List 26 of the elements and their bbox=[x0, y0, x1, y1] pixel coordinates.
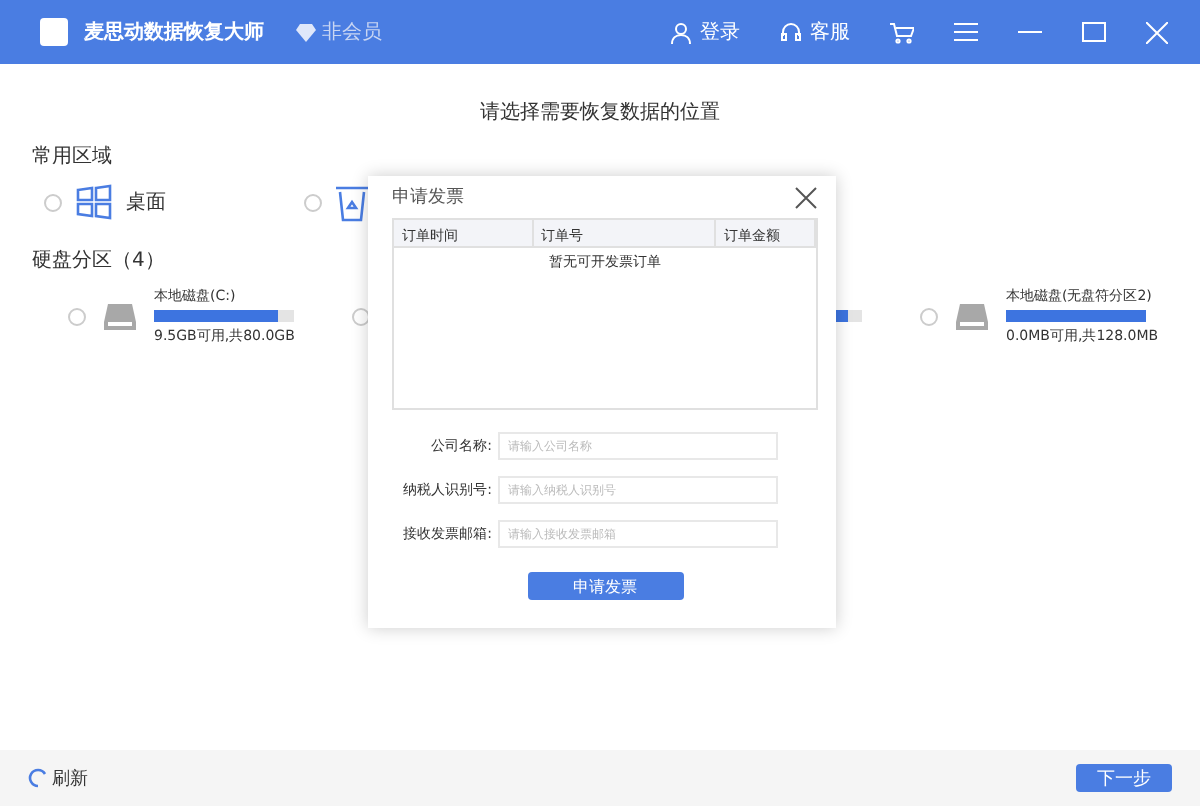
radio-button[interactable] bbox=[304, 193, 322, 211]
dialog-title: 申请发票 bbox=[392, 185, 464, 210]
location-label: 桌面 bbox=[126, 189, 166, 216]
next-button[interactable]: 下一步 bbox=[1076, 764, 1172, 792]
radio-button[interactable] bbox=[920, 307, 938, 325]
user-icon bbox=[670, 21, 692, 43]
submit-button[interactable]: 申请发票 bbox=[527, 572, 683, 600]
app-logo-icon bbox=[40, 18, 68, 46]
close-icon[interactable] bbox=[794, 185, 818, 209]
refresh-button[interactable]: 刷新 bbox=[28, 765, 88, 791]
app-title: 麦思动数据恢复大师 bbox=[84, 19, 264, 46]
windows-icon bbox=[74, 182, 114, 222]
radio-button[interactable] bbox=[68, 307, 86, 325]
support-button[interactable]: 客服 bbox=[768, 18, 862, 46]
section-title: 硬盘分区（4） bbox=[32, 248, 165, 274]
hard-drive-icon bbox=[954, 300, 990, 332]
radio-button[interactable] bbox=[44, 193, 62, 211]
section-title: 常用区域 bbox=[32, 143, 112, 170]
hard-drive-icon bbox=[102, 300, 138, 332]
diamond-icon bbox=[296, 23, 316, 41]
headset-icon bbox=[780, 21, 802, 43]
page-heading: 请选择需要恢复数据的位置 bbox=[478, 99, 722, 126]
membership-label: 非会员 bbox=[296, 18, 382, 46]
trash-bin-icon bbox=[334, 182, 370, 222]
login-button[interactable]: 登录 bbox=[658, 18, 752, 46]
refresh-icon bbox=[28, 768, 48, 788]
